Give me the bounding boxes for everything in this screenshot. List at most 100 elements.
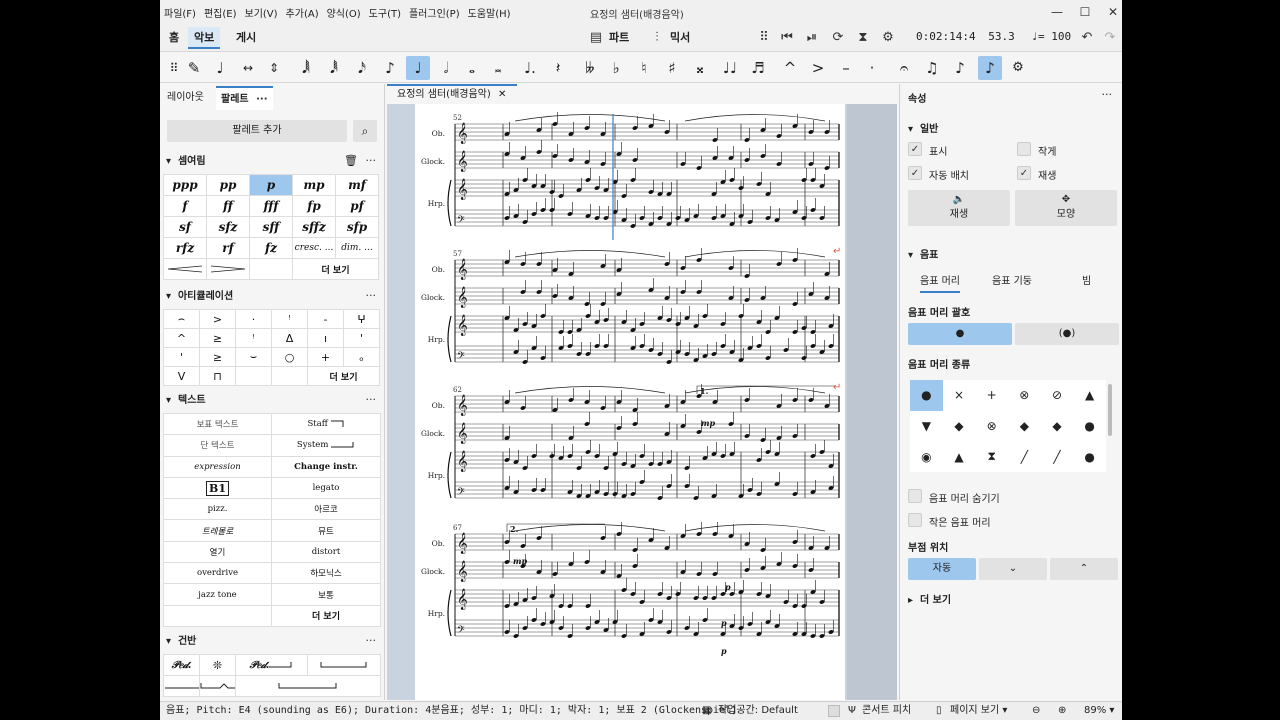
text-system-line[interactable]: System (272, 435, 381, 457)
articulation-soft-accent[interactable]: ꞌ (164, 348, 200, 367)
notehead-parentheses-button[interactable]: (●) (1015, 323, 1119, 345)
text-harmonics[interactable]: 하모닉스 (272, 563, 381, 585)
breve-note-icon[interactable]: 𝅜 (486, 56, 510, 80)
dynamic-rf[interactable]: rf (207, 238, 250, 259)
marcato-icon[interactable]: ^ (778, 56, 802, 80)
pedal-line-change[interactable] (200, 676, 236, 697)
64th-note-icon[interactable]: 𝅘𝅥𝅲 (294, 56, 318, 80)
add-palette-button[interactable]: 팔레트 추가 (167, 120, 347, 142)
notehead-large-arrow-up[interactable]: ▲ (943, 441, 976, 472)
menu-file[interactable]: 파일(F) (160, 5, 200, 20)
concert-pitch-label[interactable]: 콘서트 피치 (862, 702, 911, 720)
keyboard-header[interactable]: ▾ 건반 (166, 634, 196, 650)
rewind-icon[interactable]: ⏮ (777, 28, 797, 48)
drag-handle-icon[interactable]: ⠿ (754, 28, 774, 48)
keyboard-more-icon[interactable]: ··· (366, 634, 377, 647)
playback-settings-icon[interactable]: ⚙ (878, 28, 898, 48)
notehead-xcircle[interactable]: ⊗ (1008, 380, 1041, 411)
play-pause-icon[interactable]: ⏯ (802, 28, 822, 48)
articulation-marcato[interactable]: ^ (164, 329, 200, 348)
articulations-more-icon[interactable]: ··· (366, 289, 377, 302)
metronome-icon[interactable]: ⧗ (853, 28, 873, 48)
articulation-unstress[interactable]: ꞌ (344, 329, 380, 348)
auto-place-checkbox[interactable]: ✓ (908, 166, 922, 180)
whole-note-icon[interactable]: 𝅝 (460, 56, 484, 80)
note-input-pen-icon[interactable]: ✎ (182, 56, 206, 80)
dynamics-header[interactable]: ▾ 셈여림 (166, 154, 206, 170)
text-jazz-tone[interactable]: jazz tone (164, 584, 272, 606)
playback-properties-button[interactable]: 🔈 재생 (908, 190, 1010, 226)
loop-icon[interactable]: ⟳ (828, 28, 848, 48)
notehead-slashed-forward[interactable]: ◆ (943, 411, 976, 442)
close-score-tab-icon[interactable]: ✕ (498, 89, 506, 100)
text-staff-line[interactable]: Staff (272, 414, 381, 436)
tab-score[interactable]: 악보 (188, 27, 221, 49)
menu-tools[interactable]: 도구(T) (365, 5, 405, 20)
maximize-button[interactable]: ☐ (1076, 3, 1094, 21)
pedal-line-with-mark[interactable]: 𝒫𝑒𝒹. (236, 655, 308, 676)
tenuto-icon[interactable]: – (834, 56, 858, 80)
score-page[interactable]: 52 Ob. Glock. Hrp. 𝄞 𝄞 𝄞 𝄢 57 Ob. Glock. Hrp. 𝄞 𝄞 𝄞 𝄢 62… (415, 104, 845, 700)
notehead-heavy[interactable]: ● (1073, 441, 1106, 472)
pedal-release-icon[interactable]: ❊ (200, 655, 236, 676)
articulation-accent-staccato[interactable]: ≥ (200, 329, 236, 348)
dynamic-sf[interactable]: sf (164, 217, 207, 238)
text-change-instrument[interactable]: Change instr. (272, 456, 381, 478)
notehead-no-parentheses-button[interactable]: ● (908, 323, 1012, 345)
dynamic-pf[interactable]: pf (336, 196, 379, 217)
text-staff-text[interactable]: 보표 텍스트 (164, 414, 272, 436)
tab-notehead[interactable]: 음표 머리 (920, 272, 960, 293)
half-note-icon[interactable]: 𝅗𝅥 (434, 56, 458, 80)
hairpin-crescendo-icon[interactable] (164, 259, 207, 280)
slur-icon[interactable]: ♬ (746, 56, 770, 80)
dynamic-pp[interactable]: pp (207, 175, 250, 196)
dot-position-auto-button[interactable]: 자동 (908, 558, 976, 580)
articulation-harmonic[interactable]: ₒ (344, 348, 380, 367)
dynamic-dim[interactable]: dim. ... (336, 238, 379, 259)
dynamic-rfz[interactable]: rfz (164, 238, 207, 259)
pedal-line-end[interactable] (236, 676, 381, 697)
tab-beam[interactable]: 빔 (1082, 272, 1091, 287)
notehead-large-slash[interactable]: ╱ (1041, 441, 1074, 472)
articulation-marcato-staccato[interactable]: ꜝ (236, 329, 272, 348)
dynamic-ppp[interactable]: ppp (164, 175, 207, 196)
notehead-diamond[interactable]: ◆ (1008, 411, 1041, 442)
notehead-slash[interactable]: ╱ (1008, 441, 1041, 472)
double-flat-icon[interactable]: 𝄫 (578, 56, 602, 80)
augmentation-dot-icon[interactable]: ♩. (518, 56, 542, 80)
articulation-tenuto[interactable]: - (308, 310, 344, 329)
text-system-text[interactable]: 단 텍스트 (164, 435, 272, 457)
note-section-header[interactable]: ▾ 음표 (908, 246, 938, 261)
text-open[interactable]: 열기 (164, 541, 272, 564)
mixer-button[interactable]: 믹서 (670, 28, 690, 48)
flat-icon[interactable]: ♭ (604, 56, 628, 80)
text-pizz[interactable]: pizz. (164, 499, 272, 521)
parts-button[interactable]: 파트 (609, 28, 629, 48)
articulation-open[interactable]: ○ (272, 348, 308, 367)
dot-position-down-button[interactable]: ⌄ (979, 558, 1047, 580)
text-arco[interactable]: 아르코 (272, 499, 381, 521)
menu-edit[interactable]: 편집(E) (200, 5, 241, 20)
dynamic-sfz[interactable]: sfz (207, 217, 250, 238)
appearance-button[interactable]: ✥ 모양 (1015, 190, 1117, 226)
voice-1-icon[interactable]: ♪ (978, 56, 1002, 80)
text-mute[interactable]: 뮤트 (272, 520, 381, 542)
notehead-diamond-old[interactable]: ◆ (1041, 411, 1074, 442)
articulation-stress[interactable]: ı (308, 329, 344, 348)
articulations-more-button[interactable]: 더 보기 (308, 367, 380, 386)
notehead-slashed-backward[interactable]: ⊗ (975, 411, 1008, 442)
redo-icon[interactable]: ↷ (1100, 28, 1120, 48)
8th-note-icon[interactable]: ♪ (378, 56, 402, 80)
notehead-triangle-up[interactable]: ▲ (1073, 380, 1106, 411)
notehead-plus[interactable]: + (975, 380, 1008, 411)
notehead-grid-scrollbar[interactable] (1108, 384, 1112, 436)
dynamics-more-icon[interactable]: ··· (366, 154, 377, 167)
score-canvas[interactable]: 52 Ob. Glock. Hrp. 𝄞 𝄞 𝄞 𝄢 57 Ob. Glock. Hrp. 𝄞 𝄞 𝄞 𝄢 62… (387, 104, 897, 700)
visible-checkbox[interactable]: ✓ (908, 142, 922, 156)
dynamic-ff[interactable]: ff (207, 196, 250, 217)
show-more-toggle[interactable]: ▸ 더 보기 (908, 591, 951, 606)
tab-stem[interactable]: 음표 기둥 (992, 272, 1032, 287)
16th-note-icon[interactable]: 𝅘𝅥𝅯 (350, 56, 374, 80)
tie-icon[interactable]: ♩♩ (718, 56, 742, 80)
palettes-tab-more-icon[interactable]: ··· (256, 94, 267, 105)
